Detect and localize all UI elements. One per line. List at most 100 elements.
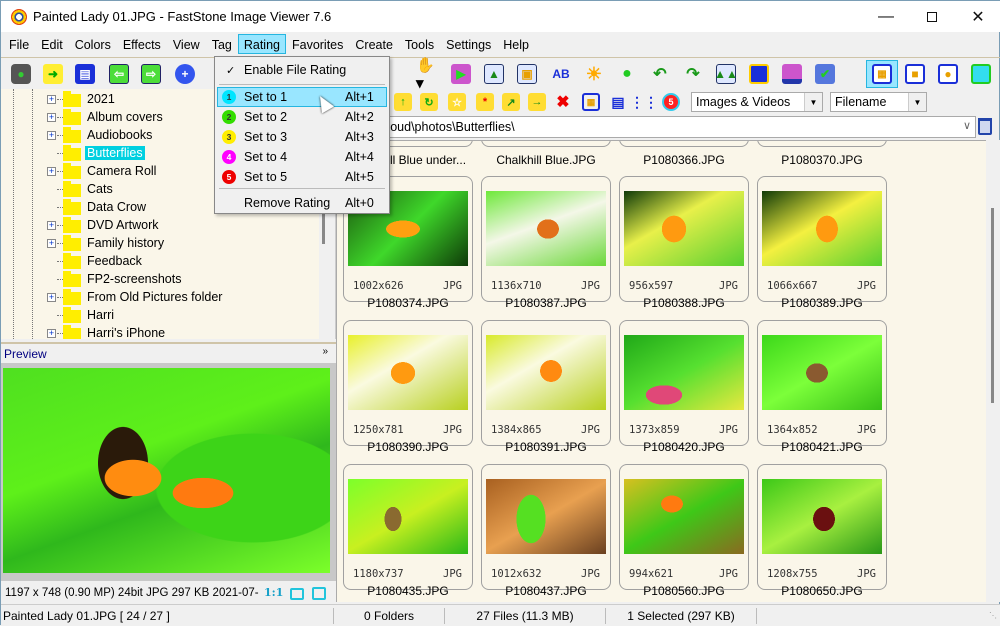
path-input[interactable]: k\NextCloud\photos\Butterflies\ ∨ (336, 116, 976, 138)
thumbnail-card[interactable]: 1012x632 JPG (481, 464, 611, 590)
enable-file-rating-item[interactable]: ✓ Enable File Rating (217, 60, 387, 80)
rating-filter-icon[interactable]: 5 (662, 93, 680, 111)
tree-item[interactable]: Harri (47, 306, 116, 324)
menu-create[interactable]: Create (349, 34, 399, 54)
thumbnail-card[interactable] (619, 141, 749, 147)
thumbnail-view-icon[interactable]: ▦ (582, 93, 600, 111)
menu-tools[interactable]: Tools (399, 34, 440, 54)
full-screen-button[interactable] (969, 62, 993, 86)
tree-item[interactable]: + Harri's iPhone (47, 324, 167, 339)
expand-icon[interactable]: + (47, 238, 56, 248)
resize-grip-icon[interactable]: ⋱ (989, 611, 997, 620)
tree-item[interactable]: +2021 (47, 90, 117, 108)
expand-icon[interactable]: + (47, 292, 56, 302)
wallpaper-button[interactable]: ● (615, 62, 639, 86)
rating-set-4-item[interactable]: 4 Set to 4 Alt+4 (217, 147, 387, 167)
full-screen-preview-icon[interactable] (312, 587, 326, 600)
side-by-side-button[interactable]: ▲▲ (714, 62, 738, 86)
hand-pan-button[interactable]: ✋▾ (411, 57, 441, 92)
next-button[interactable]: ⇨ (139, 62, 163, 86)
expand-icon[interactable]: + (47, 94, 56, 104)
tree-item[interactable]: + Camera Roll (47, 162, 158, 180)
rating-set-5-item[interactable]: 5 Set to 5 Alt+5 (217, 167, 387, 187)
folder-refresh-icon[interactable]: ↻ (420, 93, 438, 111)
layout-preview-button[interactable]: ■ (903, 62, 927, 86)
menu-colors[interactable]: Colors (69, 34, 117, 54)
recycle-bin-icon[interactable] (978, 118, 992, 135)
menu-edit[interactable]: Edit (35, 34, 69, 54)
rating-set-3-item[interactable]: 3 Set to 3 Alt+3 (217, 127, 387, 147)
thumbnail-card[interactable]: 994x621 JPG (619, 464, 749, 590)
rotate-right-button[interactable]: ↷ (681, 62, 705, 86)
text-button[interactable]: AB (549, 62, 573, 86)
sort-select[interactable]: Filename ▼ (830, 92, 927, 112)
chevron-down-icon[interactable]: ∨ (963, 119, 971, 132)
layout-single-button[interactable]: ● (936, 62, 960, 86)
menu-favorites[interactable]: Favorites (286, 34, 349, 54)
move-to-icon[interactable]: → (528, 93, 546, 111)
menu-effects[interactable]: Effects (117, 34, 167, 54)
minimize-button[interactable]: — (863, 1, 909, 32)
tree-item[interactable]: + Audiobooks (47, 126, 154, 144)
collapse-icon[interactable]: » (322, 346, 328, 357)
tree-item[interactable]: FP2-screenshots (47, 270, 183, 288)
rotate-left-button[interactable]: ↶ (648, 62, 672, 86)
thumbnail-card[interactable] (757, 141, 887, 147)
tree-item[interactable]: Data Crow (47, 198, 148, 216)
full-screen-preview-button[interactable] (747, 62, 771, 86)
folder-up-icon[interactable]: ↑ (394, 93, 412, 111)
copy-to-icon[interactable]: ↗ (502, 93, 520, 111)
tree-item[interactable]: + Album covers (47, 108, 165, 126)
file-type-filter-select[interactable]: Images & Videos ▼ (691, 92, 823, 112)
scrollbar-thumb[interactable] (991, 208, 994, 403)
thumbnail-card[interactable]: 1180x737 JPG (343, 464, 473, 590)
thumbnail-card[interactable]: 1364x852 JPG (757, 320, 887, 446)
rating-set-1-item[interactable]: 1 Set to 1 Alt+1 (217, 87, 387, 107)
tree-item[interactable]: + DVD Artwork (47, 216, 161, 234)
expand-icon[interactable]: + (47, 166, 56, 176)
folder-favorite-icon[interactable]: ☆ (448, 93, 466, 111)
thumbnail-card[interactable]: 956x597 JPG (619, 176, 749, 302)
thumbnail-card[interactable]: 1136x710 JPG (481, 176, 611, 302)
batch-button[interactable]: ✔ (813, 62, 837, 86)
tree-item[interactable]: Cats (47, 180, 115, 198)
thumbnail-card[interactable] (481, 141, 611, 147)
thumbnail-card[interactable]: 1384x865 JPG (481, 320, 611, 446)
expand-icon[interactable]: + (47, 220, 56, 230)
thumbnail-card[interactable]: 1373x859 JPG (619, 320, 749, 446)
zoom-in-button[interactable]: + (173, 62, 197, 86)
previous-button[interactable]: ⇦ (107, 62, 131, 86)
crop-button[interactable]: ▣ (515, 62, 539, 86)
print-button[interactable] (780, 62, 804, 86)
thumbnail-card[interactable]: 1208x755 JPG (757, 464, 887, 590)
brightness-button[interactable]: ☀ (582, 62, 606, 86)
rating-set-2-item[interactable]: 2 Set to 2 Alt+2 (217, 107, 387, 127)
delete-icon[interactable]: ✖ (554, 93, 572, 111)
expand-icon[interactable]: + (47, 328, 56, 338)
thumbnail-card[interactable]: 1066x667 JPG (757, 176, 887, 302)
menu-view[interactable]: View (167, 34, 206, 54)
remove-rating-item[interactable]: Remove Rating Alt+0 (217, 193, 387, 213)
tree-item[interactable]: + Family history (47, 234, 166, 252)
layout-thumbnails-button[interactable]: ▦ (866, 60, 898, 88)
menu-settings[interactable]: Settings (440, 34, 497, 54)
acquire-button[interactable]: ● (9, 62, 33, 86)
list-view-icon[interactable]: ▤ (609, 93, 627, 111)
thumbnail-card[interactable]: 1250x781 JPG (343, 320, 473, 446)
tree-item[interactable]: Feedback (47, 252, 144, 270)
open-button[interactable]: ➜ (41, 62, 65, 86)
slideshow-button[interactable]: ▶ (449, 62, 473, 86)
thumbnail-scrollbar[interactable] (986, 140, 1000, 602)
menu-rating[interactable]: Rating (237, 34, 286, 54)
actual-size-button[interactable]: 1:1 (264, 586, 290, 599)
menu-tag[interactable]: Tag (206, 34, 238, 54)
close-button[interactable]: ✕ (955, 1, 1000, 32)
details-view-icon[interactable]: ⋮⋮ (630, 93, 658, 111)
save-button[interactable]: ▤ (73, 62, 97, 86)
expand-icon[interactable]: + (47, 130, 56, 140)
maximize-button[interactable] (909, 1, 955, 32)
fit-window-icon[interactable] (290, 588, 304, 600)
tree-item[interactable]: Butterflies (47, 144, 145, 162)
new-folder-icon[interactable]: * (476, 93, 494, 111)
expand-icon[interactable]: + (47, 112, 56, 122)
